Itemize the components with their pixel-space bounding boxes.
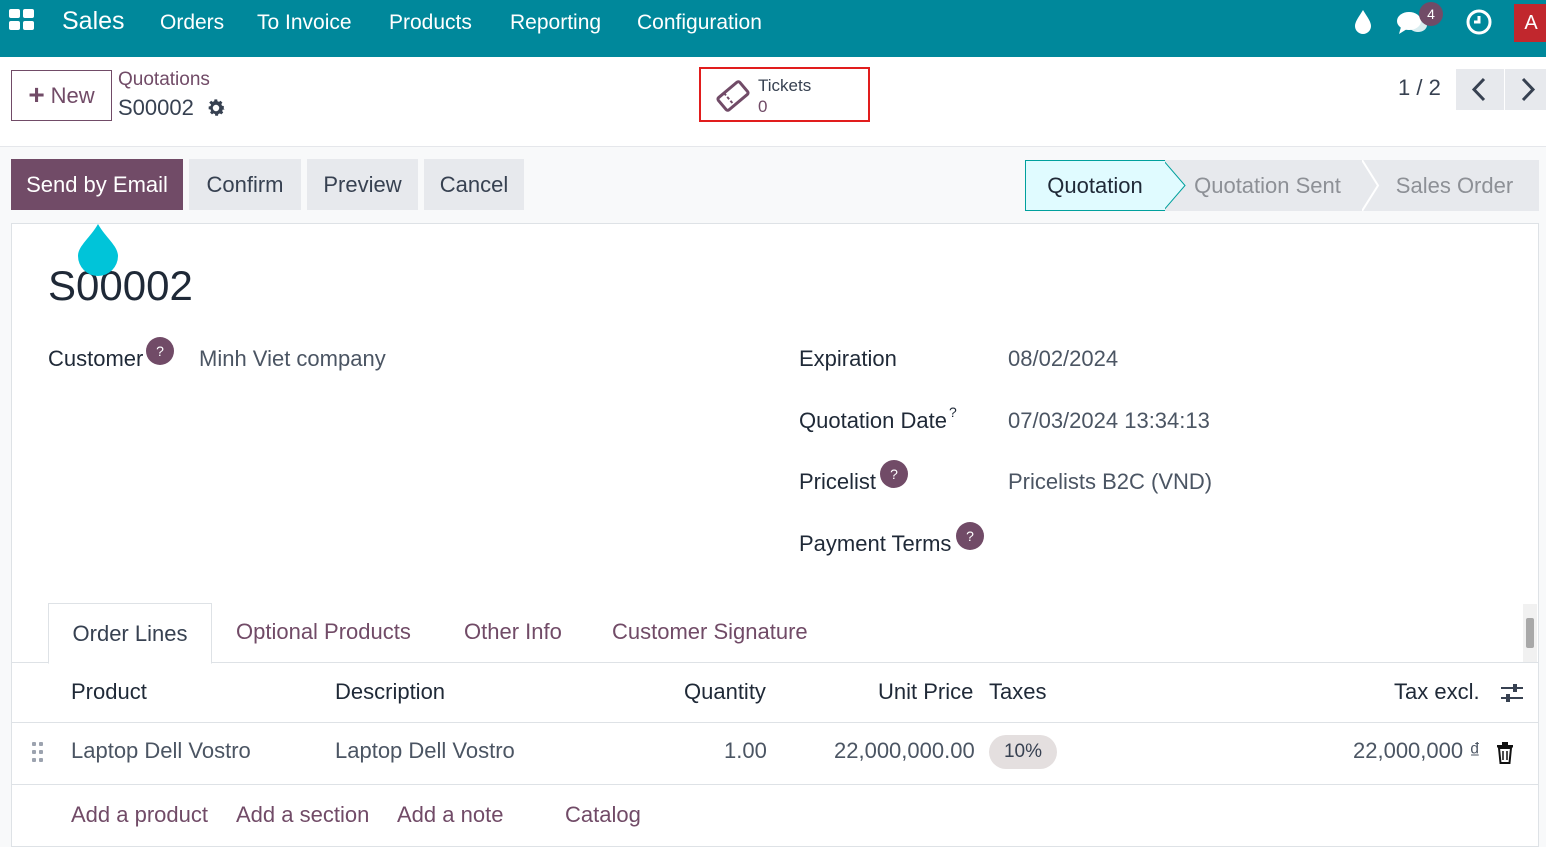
pricelist-field[interactable]: Pricelists B2C (VND) <box>1008 469 1212 495</box>
payment-terms-help-icon[interactable]: ? <box>956 522 984 550</box>
column-header-quantity[interactable]: Quantity <box>684 679 766 705</box>
breadcrumb-current: S00002 <box>118 95 194 120</box>
chevron-right-icon <box>1521 77 1536 102</box>
quotation-date-label: Quotation Date <box>799 408 947 433</box>
expiration-label: Expiration <box>799 346 897 371</box>
app-brand[interactable]: Sales <box>62 7 125 36</box>
pricelist-help-icon[interactable]: ? <box>880 460 908 488</box>
tickets-smart-button[interactable]: Tickets 0 <box>699 67 870 122</box>
pager-previous-button[interactable] <box>1456 69 1504 110</box>
plus-icon: + <box>28 78 45 110</box>
add-section-link[interactable]: Add a section <box>236 802 369 828</box>
customer-help-icon[interactable]: ? <box>146 337 174 365</box>
tab-optional-products[interactable]: Optional Products <box>236 619 411 645</box>
gear-icon[interactable] <box>205 97 227 119</box>
scrollbar-thumb[interactable] <box>1526 618 1534 648</box>
control-panel: + New Quotations S00002 Tickets 0 1 / 2 <box>0 57 1546 147</box>
add-product-link[interactable]: Add a product <box>71 802 208 828</box>
menu-to-invoice[interactable]: To Invoice <box>257 11 352 35</box>
column-header-taxes[interactable]: Taxes <box>989 679 1046 705</box>
pricelist-label: Pricelist <box>799 469 877 494</box>
header-divider <box>12 722 1538 723</box>
expiration-field[interactable]: 08/02/2024 <box>1008 346 1118 372</box>
menu-reporting[interactable]: Reporting <box>510 11 601 35</box>
tab-order-lines[interactable]: Order Lines <box>48 603 212 664</box>
drag-handle-icon[interactable] <box>32 742 46 764</box>
add-note-link[interactable]: Add a note <box>397 802 503 828</box>
tickets-label: Tickets <box>758 76 812 95</box>
chevron-left-icon <box>1471 77 1486 102</box>
pager-next-button[interactable] <box>1505 69 1546 110</box>
pager-value[interactable]: 1 / 2 <box>1398 75 1441 101</box>
customer-label: Customer <box>48 346 144 371</box>
trash-icon[interactable] <box>1495 742 1515 764</box>
menu-configuration[interactable]: Configuration <box>637 11 762 35</box>
column-header-product[interactable]: Product <box>71 679 147 705</box>
column-header-tax-excl[interactable]: Tax excl. <box>1394 679 1480 705</box>
row-divider <box>12 784 1538 785</box>
column-header-unit-price[interactable]: Unit Price <box>878 679 973 705</box>
stage-arrow-active <box>1163 160 1186 211</box>
catalog-link[interactable]: Catalog <box>565 802 641 828</box>
tab-other-info[interactable]: Other Info <box>464 619 562 645</box>
scrollbar[interactable] <box>1523 604 1537 662</box>
row-unit-price[interactable]: 22,000,000.00 <box>834 738 975 764</box>
notification-badge: 4 <box>1419 2 1443 26</box>
payment-terms-label: Payment Terms <box>799 531 952 556</box>
row-description[interactable]: Laptop Dell Vostro <box>335 738 515 764</box>
preview-button[interactable]: Preview <box>307 159 418 210</box>
stage-quotation[interactable]: Quotation <box>1025 160 1165 211</box>
stage-quotation-sent[interactable]: Quotation Sent <box>1165 160 1370 211</box>
quotation-date-field[interactable]: 07/03/2024 13:34:13 <box>1008 408 1210 434</box>
send-by-email-button[interactable]: Send by Email <box>11 159 183 210</box>
tickets-count: 0 <box>758 97 768 116</box>
top-navbar: Sales Orders To Invoice Products Reporti… <box>0 0 1546 57</box>
drop-icon <box>78 224 118 276</box>
breadcrumb-quotations[interactable]: Quotations <box>118 69 210 91</box>
confirm-button[interactable]: Confirm <box>189 159 301 210</box>
tabs-divider <box>12 662 1538 663</box>
menu-products[interactable]: Products <box>389 11 472 35</box>
new-button[interactable]: + New <box>11 70 112 121</box>
stage-arrow-separator <box>1362 160 1380 211</box>
stage-sales-order[interactable]: Sales Order <box>1370 160 1539 211</box>
menu-orders[interactable]: Orders <box>160 11 224 35</box>
record-title: S00002 <box>48 262 193 309</box>
customer-field[interactable]: Minh Viet company <box>199 346 386 372</box>
row-quantity[interactable]: 1.00 <box>724 738 767 764</box>
drop-icon[interactable] <box>1352 9 1374 35</box>
ticket-icon <box>716 80 750 112</box>
column-settings-icon[interactable] <box>1499 682 1525 704</box>
user-avatar[interactable]: A <box>1514 4 1546 42</box>
quotation-date-help-icon[interactable]: ? <box>949 404 957 420</box>
row-tax-badge[interactable]: 10% <box>989 735 1057 769</box>
clock-icon[interactable] <box>1466 9 1492 35</box>
row-product[interactable]: Laptop Dell Vostro <box>71 738 251 764</box>
apps-grid-icon[interactable] <box>9 9 35 31</box>
new-button-label: New <box>50 82 95 108</box>
cancel-button[interactable]: Cancel <box>424 159 524 210</box>
column-header-description[interactable]: Description <box>335 679 445 705</box>
row-subtotal: 22,000,000 ₫ <box>1353 738 1481 763</box>
tab-customer-signature[interactable]: Customer Signature <box>612 619 808 645</box>
